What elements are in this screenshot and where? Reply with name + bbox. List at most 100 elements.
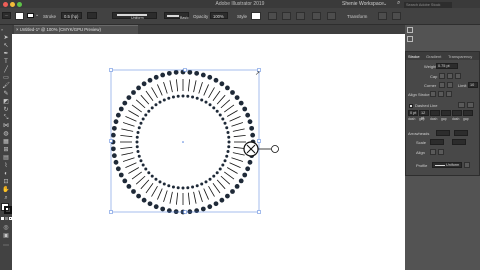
panel-icon[interactable] [407,27,413,33]
dot [135,135,139,139]
profile-dropdown[interactable]: Uniform [112,12,157,20]
zoom-tool-icon[interactable]: ⌕ [2,195,10,201]
color-mode-icon[interactable] [1,217,4,220]
search-icon[interactable]: ⌕ [397,0,400,7]
blend-tool-icon[interactable]: ◐ [2,171,10,177]
graphic-style-swatch[interactable] [251,11,261,20]
tab-stroke[interactable]: Stroke [408,54,420,59]
stroke-color-swatch[interactable] [4,206,12,214]
tick-mark [163,81,168,94]
screen-mode-icon[interactable]: ▣ [2,233,10,239]
brush-dropdown[interactable]: Basic [164,12,189,20]
dashed-line-checkbox[interactable] [409,104,413,108]
miter-join-button[interactable] [439,82,445,88]
pen-tool-icon[interactable]: ✒ [2,51,10,57]
align-dash-button[interactable] [467,102,474,108]
width-tool-icon[interactable]: ⋈ [2,123,10,129]
variable-width-dropdown[interactable] [87,12,97,19]
shape-builder-tool-icon[interactable]: ◍ [2,131,10,137]
canvas[interactable]: ↗ [12,34,405,270]
flip-along-button[interactable] [464,162,470,168]
workspace-chevron-down-icon[interactable]: ⌄ [383,1,387,7]
close-tab-icon[interactable]: × [16,27,19,32]
round-cap-button[interactable] [447,73,453,79]
stroke-label: Stroke [43,13,57,19]
dot [225,193,230,199]
gap-field-2[interactable] [441,110,451,116]
gap-field-3[interactable] [463,110,473,116]
align-inside-stroke-button[interactable] [438,91,444,97]
gap-field-1[interactable]: 12 pt [419,110,429,120]
gradient-mode-icon[interactable] [5,217,8,220]
profile-field[interactable]: Uniform [432,162,462,168]
projecting-cap-button[interactable] [455,73,461,79]
dot [204,180,208,184]
arrow-tip-at-end-button[interactable] [438,149,444,155]
selection-tool-icon[interactable]: ➤ [2,35,10,41]
more-options-button[interactable] [392,11,401,20]
stroke-swatch[interactable] [27,13,34,18]
toolbar-collapse-icon[interactable]: » [1,27,3,32]
butt-cap-button[interactable] [439,73,445,79]
hand-tool-icon[interactable]: ✋ [2,187,10,193]
eraser-tool-icon[interactable]: ◩ [2,99,10,105]
align-outside-stroke-button[interactable] [446,91,452,97]
arrow-tip-beyond-button[interactable] [430,149,436,155]
edit-toolbar-icon[interactable]: ⋯ [2,243,10,249]
transform-link[interactable]: Transform [347,14,367,19]
scale-tool-icon[interactable]: ⤡ [2,115,10,121]
draw-mode-icon[interactable]: ◎ [2,225,10,231]
stroke-weight-field[interactable]: 0.5 (hp) [61,12,82,19]
dash-field-1[interactable]: 0 pt [408,110,418,116]
align-to-button[interactable] [312,11,321,20]
mesh-tool-icon[interactable]: ⊞ [2,147,10,153]
eyedropper-tool-icon[interactable]: ⌇ [2,163,10,169]
tab-transparency[interactable]: Transparency [448,54,472,59]
weight-field[interactable]: 0.75 pt [436,63,458,69]
dash-field-2[interactable] [430,110,440,116]
align-center-button[interactable] [327,11,336,20]
artboard-tool-icon[interactable]: ⊡ [2,179,10,185]
align-button[interactable] [282,11,291,20]
rotate-tool-icon[interactable]: ↻ [2,107,10,113]
tab-gradient[interactable]: Gradient [426,54,441,59]
dot [191,95,195,99]
type-tool-icon[interactable]: T [2,59,10,65]
end-scale-field[interactable] [452,139,466,145]
gradient-tool-icon[interactable]: ▤ [2,155,10,161]
line-tool-icon[interactable]: ╱ [2,67,10,73]
limit-field[interactable]: 10 [468,82,478,88]
end-arrowhead-dropdown[interactable] [454,130,468,136]
dot [160,206,166,212]
dot [144,113,148,117]
dot [195,184,199,188]
rotate-cursor-icon [243,141,279,157]
opacity-label[interactable]: Opacity [193,14,208,19]
distribute-button[interactable] [296,11,305,20]
dot [186,186,190,190]
opacity-field[interactable]: 100% [210,12,228,19]
panel-icon[interactable] [407,36,413,42]
direct-selection-tool-icon[interactable]: ↖ [2,43,10,49]
artwork[interactable]: ↗ [12,34,405,270]
preserve-dash-button[interactable] [458,102,465,108]
pencil-tool-icon[interactable]: ✎ [2,91,10,97]
brush-tool-icon[interactable]: 🖌 [2,83,10,89]
dot [166,70,172,76]
rectangle-tool-icon[interactable]: ▭ [2,75,10,81]
stock-search-input[interactable]: Search Adobe Stock [404,1,452,8]
tick-mark [169,191,173,204]
recolor-button[interactable] [268,11,277,20]
isolate-button[interactable] [378,11,387,20]
start-arrowhead-dropdown[interactable] [436,130,450,136]
document-tab[interactable]: × Untitled-1* @ 100% (CMYK/GPU Preview) [14,25,138,34]
round-join-button[interactable] [447,82,453,88]
start-scale-field[interactable] [430,139,444,145]
align-center-stroke-button[interactable] [430,91,436,97]
stroke-chevron-down-icon[interactable]: ⌄ [35,12,39,18]
fill-swatch[interactable] [15,11,24,20]
workspace-switcher[interactable]: Shenie Workspace [342,1,384,7]
perspective-tool-icon[interactable]: ▦ [2,139,10,145]
dash-field-3[interactable] [452,110,462,116]
tick-mark [176,79,179,92]
